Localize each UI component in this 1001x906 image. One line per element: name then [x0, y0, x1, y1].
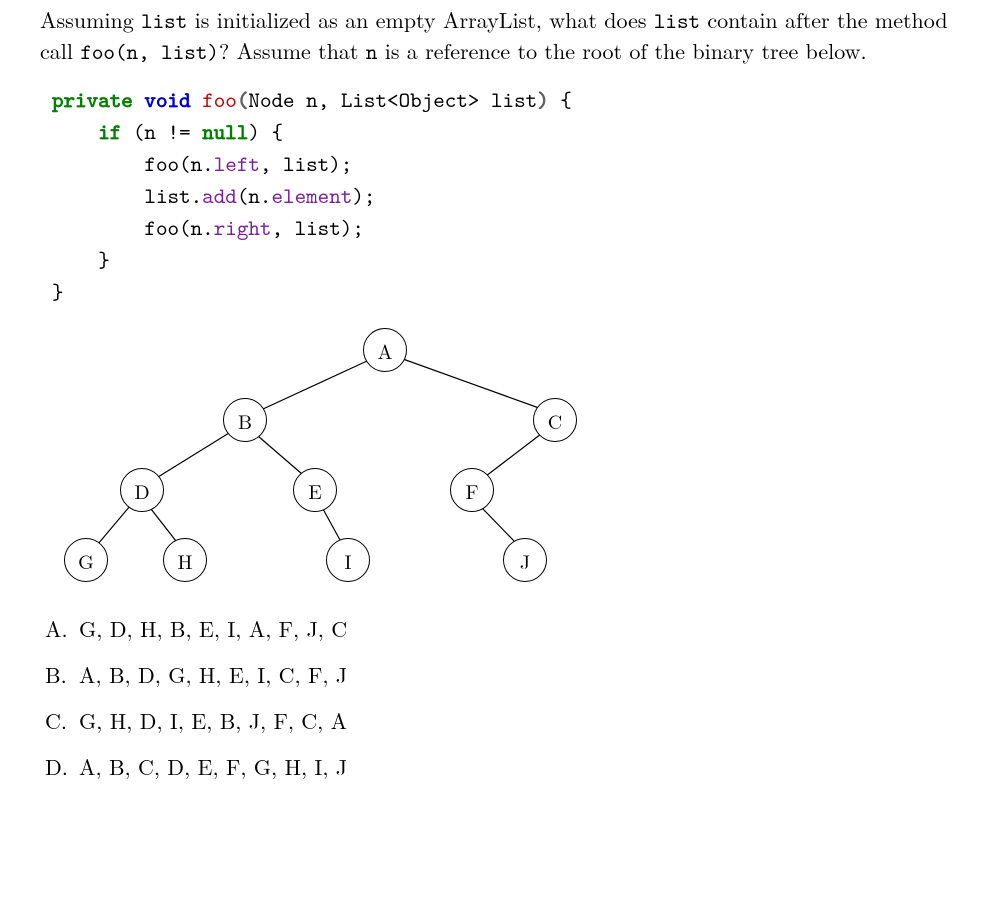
tree-node-b: B	[223, 398, 267, 442]
kw-void: void	[144, 85, 190, 114]
tree-node-c: C	[533, 398, 577, 442]
call1-a: foo(n.	[144, 149, 213, 178]
tree-diagram: A B C D E F G H I J	[50, 328, 610, 578]
call2-c: );	[352, 181, 375, 210]
lbrace1: {	[549, 85, 572, 114]
param-n: n,	[295, 85, 341, 114]
cond-open: (	[121, 117, 144, 146]
choice-c[interactable]: C.G, H, D, I, E, B, J, F, C, A	[45, 710, 971, 732]
call3-b: , list);	[271, 213, 363, 242]
kw-if: if	[98, 117, 121, 146]
q-tt1: list	[141, 6, 187, 35]
field-right: right	[214, 213, 272, 242]
q-mid3: ? Assume that	[219, 35, 366, 66]
cond-close: )	[248, 117, 260, 146]
type-list: List<Object>	[341, 85, 480, 114]
tree-node-h: H	[163, 538, 207, 582]
kw-private: private	[52, 85, 133, 114]
tree-node-g: G	[64, 538, 108, 582]
lparen1: (	[237, 85, 249, 114]
q-pre1: Assuming	[40, 4, 141, 35]
rbrace-outer: }	[52, 277, 64, 306]
field-element: element	[271, 181, 352, 210]
choice-b-text: A, B, D, G, H, E, I, C, F, J	[79, 659, 347, 690]
code-block: private void foo(Node n, List<Object> li…	[52, 84, 971, 307]
answer-choices: A.G, D, H, B, E, I, A, F, J, C B.A, B, D…	[40, 618, 971, 778]
choice-d-text: A, B, C, D, E, F, G, H, I, J	[79, 751, 347, 782]
choice-c-letter: C.	[45, 710, 79, 732]
choice-b-letter: B.	[45, 664, 79, 686]
kw-null: null	[202, 117, 248, 146]
fn-foo: foo	[202, 85, 237, 114]
tree-node-a: A	[363, 328, 407, 372]
choice-b[interactable]: B.A, B, D, G, H, E, I, C, F, J	[45, 664, 971, 686]
tree-node-f: F	[450, 468, 494, 512]
rparen1: )	[537, 85, 549, 114]
question-text: Assuming list is initialized as an empty…	[40, 5, 971, 66]
tree-node-j: J	[503, 538, 547, 582]
param-list: list	[479, 85, 537, 114]
call2-b: (n.	[237, 181, 272, 210]
type-node: Node	[248, 85, 294, 114]
q-post: is a reference to the root of the binary…	[377, 35, 866, 66]
choice-c-text: G, H, D, I, E, B, J, F, C, A	[79, 705, 347, 736]
field-left: left	[214, 149, 260, 178]
call1-b: , list);	[260, 149, 352, 178]
q-mid1: is initialized as an empty ArrayList, wh…	[187, 4, 654, 35]
field-add: add	[202, 181, 237, 210]
q-tt4: n	[366, 37, 378, 66]
page-root: Assuming list is initialized as an empty…	[0, 0, 1001, 906]
choice-a[interactable]: A.G, D, H, B, E, I, A, F, J, C	[45, 618, 971, 640]
choice-d-letter: D.	[45, 756, 79, 778]
q-tt2: list	[654, 6, 700, 35]
lbrace2: {	[260, 117, 283, 146]
tree-node-d: D	[120, 468, 164, 512]
q-tt3: foo(n, list)	[80, 37, 219, 66]
rbrace-inner: }	[98, 245, 110, 274]
call3-a: foo(n.	[144, 213, 213, 242]
tree-node-i: I	[326, 538, 370, 582]
cond-body-a: n !=	[144, 117, 202, 146]
choice-d[interactable]: D.A, B, C, D, E, F, G, H, I, J	[45, 756, 971, 778]
call2-a: list.	[144, 181, 202, 210]
tree-node-e: E	[293, 468, 337, 512]
choice-a-text: G, D, H, B, E, I, A, F, J, C	[79, 613, 347, 644]
choice-a-letter: A.	[45, 618, 79, 640]
